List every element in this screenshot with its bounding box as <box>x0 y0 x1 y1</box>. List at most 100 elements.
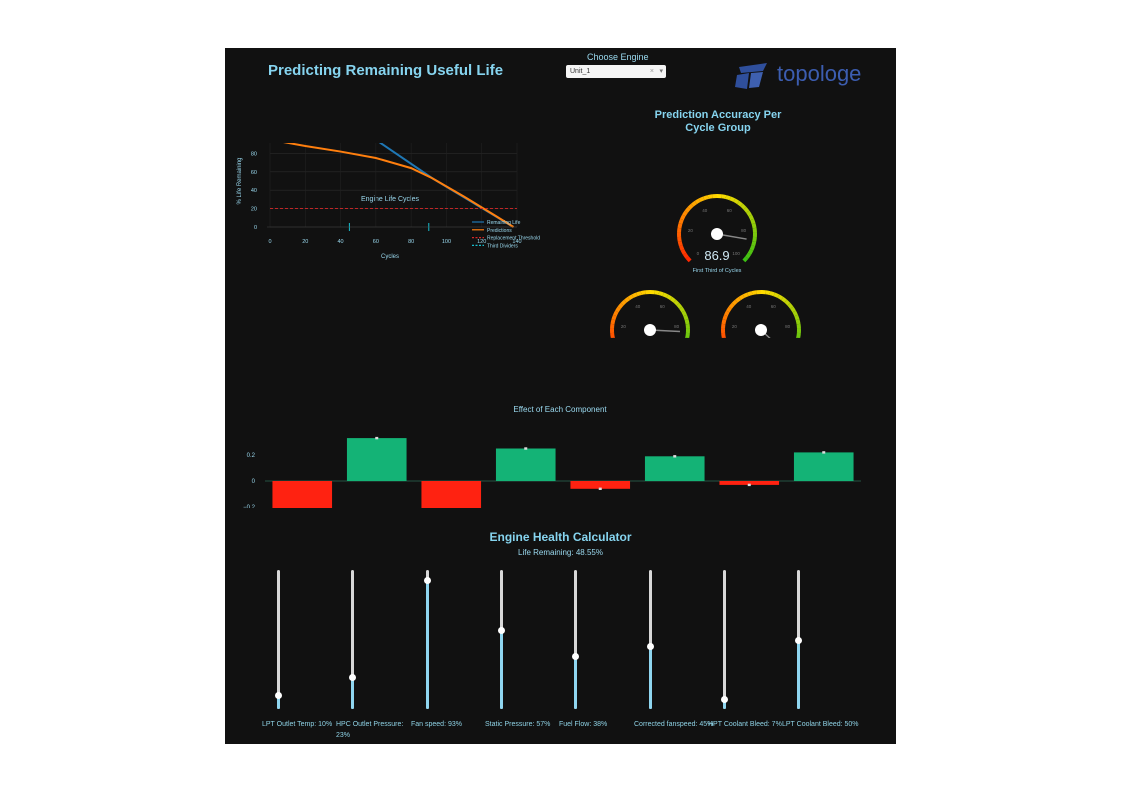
gauge-arc-segment <box>662 292 669 298</box>
engine-life-cycles-chart: Engine Life Cycles 0 20 40 60 80 100 0 20 40 60 80 1… <box>237 143 540 260</box>
line-series-0 <box>378 143 514 228</box>
line-chart-xlabel: Cycles <box>381 254 399 260</box>
gauge-arc-segment <box>682 252 689 259</box>
gauge-arc-segment <box>721 319 727 325</box>
clear-icon[interactable]: × <box>650 65 654 78</box>
gauge-arc-segment <box>751 223 757 229</box>
gauge-arc-segment <box>752 236 757 242</box>
gauge-arc-segment <box>726 306 732 313</box>
gauge-arc-segment <box>773 292 780 298</box>
gauge-arc-segment <box>721 194 727 200</box>
gauge-tick-label: 0 <box>697 251 700 256</box>
component-effect-chart: Effect of Each Component0.20−0.2−0.4LPT … <box>243 405 861 508</box>
life-remaining-text: Life Remaining: 48.55% <box>518 548 603 557</box>
gauge-arc-segment <box>765 290 771 296</box>
gauge-arc-segment <box>610 336 615 338</box>
gauge-arc-segment <box>617 302 624 309</box>
slider-fill <box>426 579 429 709</box>
bar-error-marker <box>524 447 528 450</box>
legend-label: Predictions <box>487 228 512 234</box>
slider-label: LPT Coolant Bleed: 50% <box>782 721 859 728</box>
line-chart-ytick: 60 <box>251 170 257 176</box>
slider-label: HPC Outlet Pressure: 23% <box>336 721 404 739</box>
gauge-arc-segment <box>636 291 642 297</box>
gauge-arc-segment <box>742 292 749 298</box>
slider-handle[interactable] <box>424 576 431 584</box>
gauge-arc-segment <box>736 200 743 207</box>
gauge-arc-segment <box>721 336 726 338</box>
gauge-arc-segment <box>613 310 619 317</box>
slider-handle[interactable] <box>275 692 282 700</box>
slider-fill <box>649 646 652 709</box>
gauge-tick-label: 20 <box>621 324 627 329</box>
gauge-arc-segment <box>735 296 742 303</box>
gauge-tick-label: 40 <box>635 304 641 309</box>
gauge-arc-segment <box>687 203 694 210</box>
gauge-hub <box>755 324 767 336</box>
gauge-title-line1: Prediction Accuracy Per <box>654 109 782 121</box>
gauge-label: First Third of Cycles <box>693 268 742 274</box>
gauge-arc-segment <box>777 294 784 301</box>
gauge-arc-segment <box>610 319 616 325</box>
page-title: Predicting Remaining Useful Life <box>268 62 504 79</box>
bar-error-marker <box>747 483 751 487</box>
gauge-tick-label: 80 <box>674 324 680 329</box>
engine-select[interactable]: Unit_1 × ▾ <box>566 65 666 78</box>
gauge-arc-segment <box>721 332 726 338</box>
gauge-arc-segment <box>787 302 794 309</box>
slider-handle[interactable] <box>721 696 728 704</box>
bar <box>272 481 333 508</box>
slider-track[interactable] <box>723 570 726 709</box>
gauge-arc-segment <box>728 302 735 309</box>
gauge-arc-segment <box>673 299 680 306</box>
gauge-hub <box>644 324 656 336</box>
gauge-tick-label: 60 <box>771 304 777 309</box>
gauge-arc-segment <box>685 332 690 338</box>
slider-handle[interactable] <box>498 626 505 634</box>
gauge-arc-segment <box>748 214 754 221</box>
bar <box>644 456 705 481</box>
gauge-arc-segment <box>685 336 690 338</box>
legend-label: Remaining Life <box>487 220 521 226</box>
slider-handle[interactable] <box>647 643 654 651</box>
gauge-arc-segment <box>682 210 688 217</box>
slider-handle[interactable] <box>795 636 802 644</box>
gauge-arc-segment <box>698 196 705 202</box>
gauge-arc-segment <box>631 292 638 298</box>
slider-track[interactable] <box>277 570 280 709</box>
line-chart-ytick: 80 <box>251 151 257 157</box>
gauge-tick-label: 20 <box>732 324 738 329</box>
bar-error-marker <box>375 436 379 440</box>
bar-chart-ytick: 0 <box>252 479 256 485</box>
slider-handle[interactable] <box>572 653 579 661</box>
gauge-arc-segment <box>750 218 756 225</box>
gauge-tick-label: 40 <box>746 304 752 309</box>
gauge-arc-segment <box>678 218 684 225</box>
gauge-arc-segment <box>751 290 757 296</box>
legend-label: Replacement Threshold <box>487 236 540 242</box>
bar <box>421 481 482 508</box>
gauge-arc-segment <box>784 299 791 306</box>
line-chart-xtick: 80 <box>408 239 414 245</box>
gauge-title-line2: Cycle Group <box>685 122 751 134</box>
gauge-arc-segment <box>654 290 660 296</box>
slider-handle[interactable] <box>349 674 356 682</box>
slider-fill <box>797 639 800 709</box>
chevron-down-icon[interactable]: ▾ <box>659 65 663 78</box>
line-chart-ylabel: % Life Remaining <box>237 157 243 204</box>
gauge-arc-segment <box>680 214 686 221</box>
gauge-arc-segment <box>684 319 690 325</box>
gauge-tick-label: 80 <box>785 324 791 329</box>
gauge-arc-segment <box>679 306 685 313</box>
gauge-arc-segment <box>683 314 689 321</box>
logo-text: topologe <box>777 61 862 86</box>
bar <box>793 452 854 481</box>
gauge-arc-segment <box>677 236 682 242</box>
dashboard-panel: Predicting Remaining Useful Life Choose … <box>225 48 896 744</box>
gauge-section-title: Prediction Accuracy Per Cycle Group <box>638 109 798 135</box>
bar-chart-ytick: 0.2 <box>247 453 256 459</box>
gauge-tick-label: 80 <box>741 228 747 233</box>
gauge-arc-segment <box>745 252 752 259</box>
gauge-arc-segment <box>738 294 745 301</box>
gauge-arc-segment <box>611 314 617 321</box>
